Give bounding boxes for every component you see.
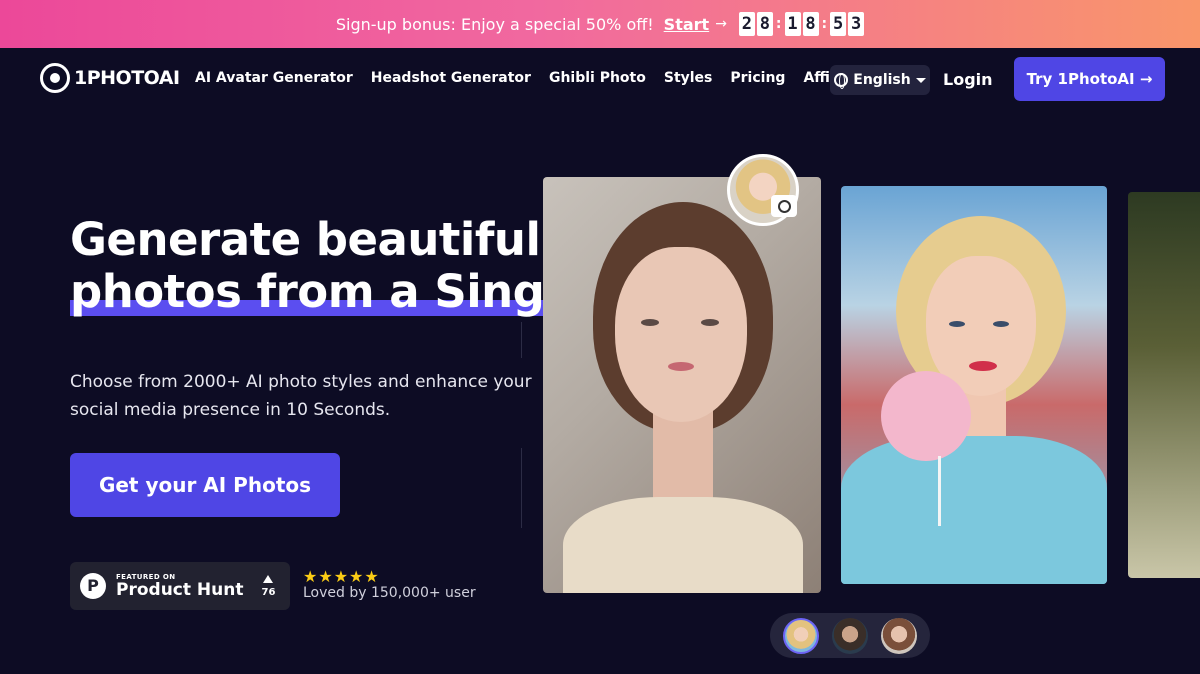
nav-link-pricing[interactable]: Pricing (730, 70, 785, 86)
camera-icon (771, 195, 797, 217)
sample-photo-vintage (841, 186, 1107, 584)
try-button[interactable]: Try 1PhotoAI → (1014, 57, 1165, 101)
divider (521, 322, 522, 358)
nav-link-ai-avatar-generator[interactable]: AI Avatar Generator (195, 70, 353, 86)
nav-link-styles[interactable]: Styles (664, 70, 713, 86)
divider (521, 448, 522, 528)
timer-digit: 3 (848, 12, 865, 36)
promo-text: Sign-up bonus: Enjoy a special 50% off! (335, 14, 654, 34)
sample-photo-partial (1128, 192, 1200, 578)
timer-separator: : (775, 16, 782, 32)
timer-separator: : (821, 16, 828, 32)
product-hunt-icon: P (80, 573, 106, 599)
login-link[interactable]: Login (943, 70, 993, 89)
get-ai-photos-button[interactable]: Get your AI Photos (70, 453, 340, 517)
hero-subtitle: Choose from 2000+ AI photo styles and en… (70, 372, 532, 420)
rating-text: Loved by 150,000+ user (303, 585, 476, 601)
nav-link-ghibli-photo[interactable]: Ghibli Photo (549, 70, 646, 86)
brand-logo[interactable]: 1PHOTOAI (40, 63, 180, 93)
ph-name: Product Hunt (116, 580, 244, 600)
countdown-timer: 2 8 : 1 8 : 5 3 (738, 12, 865, 36)
globe-icon (834, 73, 849, 89)
timer-digit: 1 (784, 12, 801, 36)
timer-digit: 8 (756, 12, 773, 36)
ph-vote-count: 76 (261, 586, 276, 598)
brand-name: 1PHOTOAI (74, 67, 180, 89)
promo-bar: Sign-up bonus: Enjoy a special 50% off! … (0, 0, 1200, 48)
language-selector[interactable]: English (830, 65, 930, 95)
style-thumb-woman-blonde[interactable] (782, 617, 819, 654)
logo-icon (40, 63, 70, 93)
nav-link-headshot-generator[interactable]: Headshot Generator (371, 70, 531, 86)
language-label: English (853, 72, 911, 88)
product-hunt-badge[interactable]: P FEATURED ON Product Hunt 76 (70, 562, 290, 610)
timer-digit: 2 (738, 12, 755, 36)
nav-links: AI Avatar Generator Headshot Generator G… (195, 70, 873, 86)
rating-stars: ★★★★★ (303, 567, 380, 586)
timer-digit: 8 (802, 12, 819, 36)
promo-start-link[interactable]: Start (664, 15, 710, 34)
timer-digit: 5 (830, 12, 847, 36)
arrow-right-icon: → (715, 16, 727, 32)
ph-votes: 76 (261, 574, 276, 598)
chevron-down-icon (915, 77, 926, 83)
upvote-icon (263, 574, 274, 583)
style-selector (770, 613, 930, 658)
style-thumb-man[interactable] (831, 617, 868, 654)
style-thumb-woman-brunette[interactable] (881, 617, 918, 654)
sample-photo-portrait (543, 177, 821, 593)
